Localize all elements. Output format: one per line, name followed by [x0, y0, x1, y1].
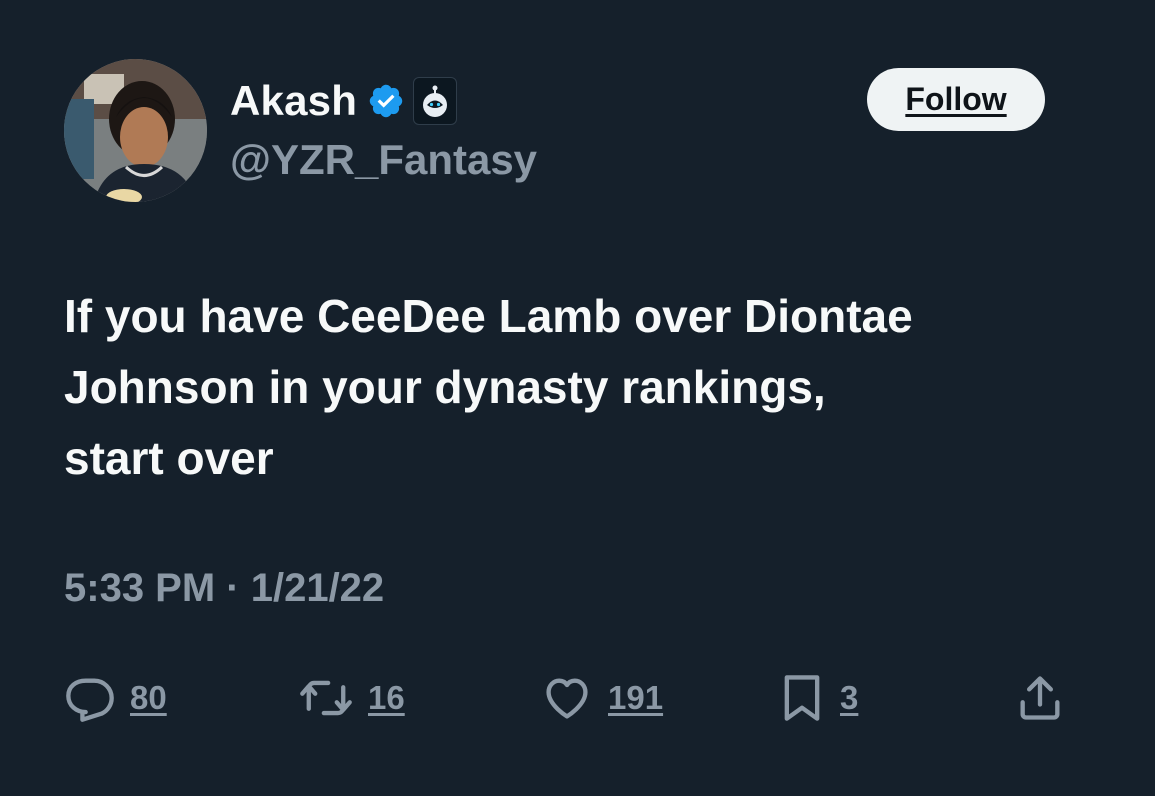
- tweet-text-line: start over: [64, 432, 274, 484]
- tweet-timestamp[interactable]: 5:33 PM · 1/21/22: [64, 566, 384, 611]
- reply-button[interactable]: 80: [64, 668, 167, 728]
- avatar-photo: [64, 59, 207, 202]
- tweet-text-line: If you have CeeDee Lamb over Diontae: [64, 290, 913, 342]
- follow-button[interactable]: Follow: [867, 68, 1045, 131]
- reply-count: 80: [130, 679, 167, 716]
- avatar[interactable]: [64, 59, 207, 202]
- tweet-card: Akash @YZR_Fantasy Follow If you have Ce…: [0, 0, 1155, 796]
- like-button[interactable]: 191: [540, 668, 663, 728]
- robot-affiliate-icon[interactable]: [413, 77, 458, 125]
- bookmark-count: 3: [840, 679, 859, 716]
- author-handle[interactable]: @YZR_Fantasy: [230, 136, 537, 184]
- retweet-button[interactable]: 16: [298, 668, 405, 728]
- author-name-row: Akash: [230, 74, 458, 128]
- heart-icon: [546, 678, 588, 719]
- action-bar: 80 16 191 3: [0, 668, 1155, 728]
- bookmark-button[interactable]: 3: [778, 668, 858, 728]
- display-name[interactable]: Akash: [230, 77, 357, 125]
- tweet-text-line: Johnson in your dynasty rankings,: [64, 361, 826, 413]
- like-count: 191: [608, 679, 664, 716]
- share-icon: [1020, 676, 1060, 720]
- retweet-icon: [300, 680, 352, 716]
- share-button[interactable]: [1014, 668, 1066, 728]
- tweet-text: If you have CeeDee Lamb over Diontae Joh…: [64, 281, 1094, 494]
- reply-icon: [66, 678, 114, 722]
- bookmark-icon: [784, 675, 820, 721]
- retweet-count: 16: [368, 679, 405, 716]
- verified-badge-icon: [369, 84, 403, 118]
